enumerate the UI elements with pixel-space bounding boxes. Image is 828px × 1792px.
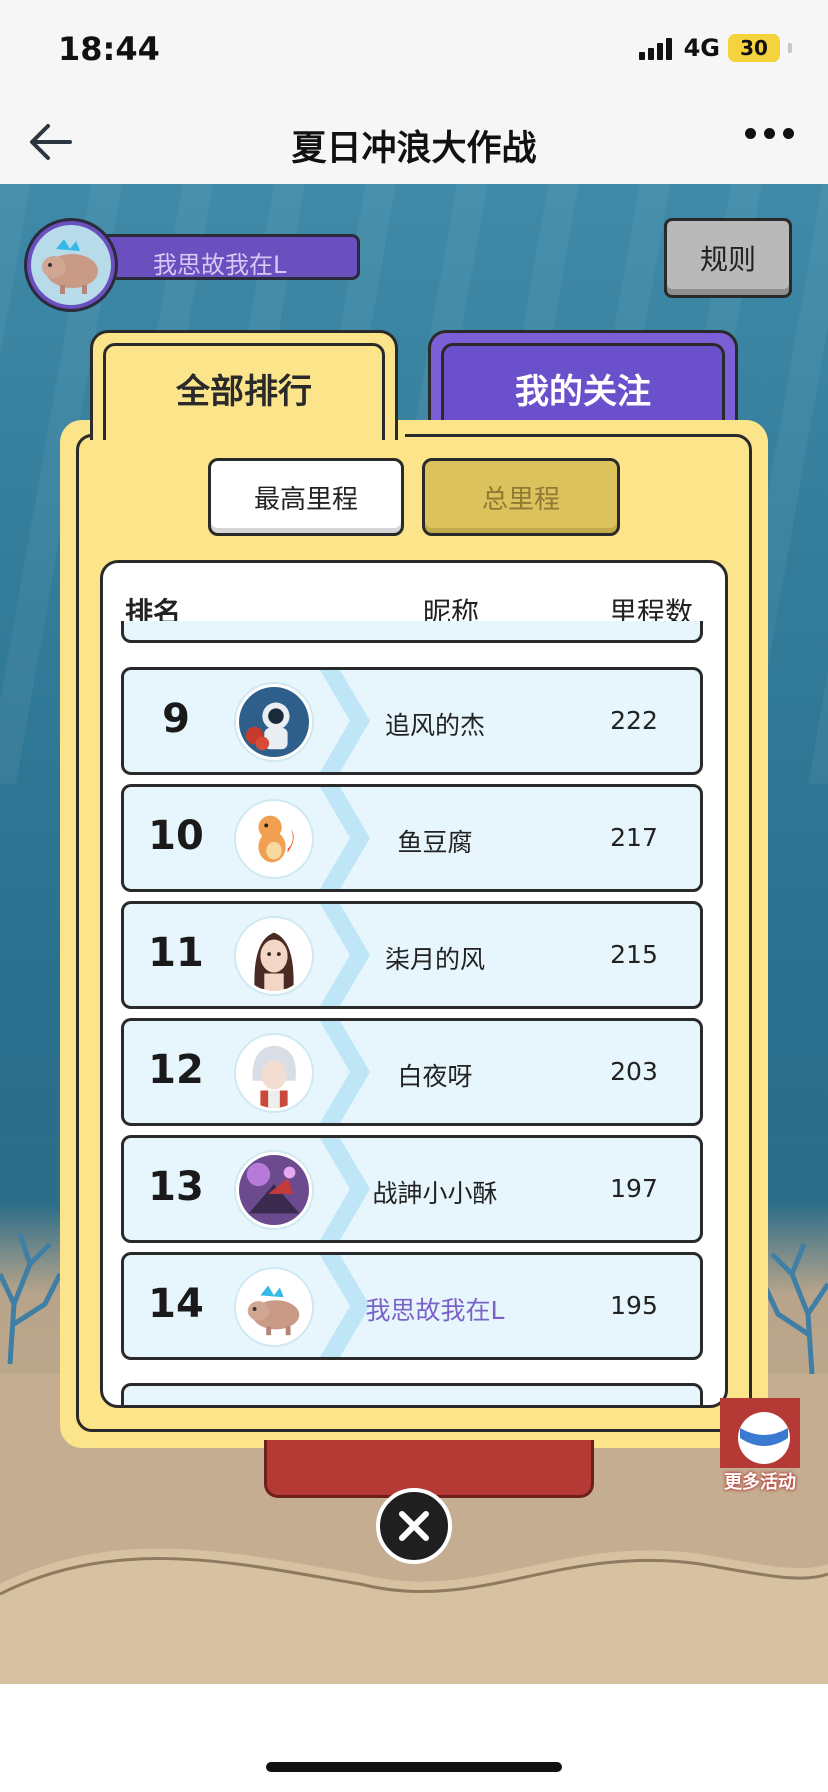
tab-my-follows-label: 我的关注 bbox=[441, 343, 725, 426]
player-distance: 215 bbox=[610, 940, 658, 969]
player-distance: 222 bbox=[610, 706, 658, 735]
rank-number: 13 bbox=[148, 1164, 204, 1210]
ranking-list[interactable]: 排名 昵称 里程数 9 追风的杰 222 10 鱼豆腐 217 11 柒月的风 … bbox=[100, 560, 728, 1408]
nav-bar: 夏日冲浪大作战 bbox=[0, 100, 828, 184]
page-title: 夏日冲浪大作战 bbox=[291, 129, 537, 169]
status-indicators: 4G 30 bbox=[638, 34, 792, 62]
user-name-pill: 我思故我在L bbox=[94, 234, 360, 280]
status-time: 18:44 bbox=[58, 30, 160, 68]
capybara-avatar-icon bbox=[31, 225, 111, 305]
ball-icon bbox=[720, 1398, 800, 1468]
leaderboard-button[interactable] bbox=[264, 1440, 594, 1498]
more-horizontal-icon[interactable] bbox=[745, 128, 794, 139]
player-nickname: 白夜呀 bbox=[397, 1062, 473, 1091]
table-row-partial bbox=[121, 1383, 703, 1405]
home-indicator bbox=[266, 1762, 562, 1772]
close-icon bbox=[399, 1511, 429, 1541]
player-nickname: 柒月的风 bbox=[384, 945, 485, 974]
player-distance: 195 bbox=[610, 1291, 658, 1320]
network-label: 4G bbox=[683, 34, 720, 62]
more-activity-label: 更多活动 bbox=[724, 1472, 796, 1493]
subtab-total-distance[interactable]: 总里程 bbox=[422, 458, 620, 536]
avatar bbox=[24, 218, 118, 312]
table-row-partial bbox=[121, 621, 703, 643]
battery-cap bbox=[788, 43, 792, 53]
signal-icon bbox=[638, 36, 672, 60]
more-activity-button[interactable]: 更多活动 bbox=[710, 1398, 810, 1494]
table-row[interactable]: 11 柒月的风 215 bbox=[121, 901, 703, 1009]
player-nickname: 战訷小小酥 bbox=[372, 1179, 498, 1208]
astronaut-avatar-icon bbox=[236, 684, 312, 760]
white-hair-avatar-icon bbox=[236, 1035, 312, 1111]
rules-button[interactable]: 规则 bbox=[664, 218, 792, 298]
table-row[interactable]: 9 追风的杰 222 bbox=[121, 667, 703, 775]
rank-number: 12 bbox=[148, 1047, 204, 1093]
player-distance: 217 bbox=[610, 823, 658, 852]
battery-level: 30 bbox=[740, 36, 768, 60]
capybara-avatar-icon bbox=[236, 1269, 312, 1345]
girl-avatar-icon bbox=[236, 918, 312, 994]
tab-my-follows[interactable]: 我的关注 bbox=[428, 330, 738, 426]
table-row[interactable]: 10 鱼豆腐 217 bbox=[121, 784, 703, 892]
player-distance: 197 bbox=[610, 1174, 658, 1203]
purple-mech-avatar-icon bbox=[236, 1152, 312, 1228]
orange-dragon-avatar-icon bbox=[236, 801, 312, 877]
table-row[interactable]: 12 白夜呀 203 bbox=[121, 1018, 703, 1126]
table-row[interactable]: 13 战訷小小酥 197 bbox=[121, 1135, 703, 1243]
tab-all-ranking[interactable]: 全部排行 bbox=[90, 330, 398, 440]
rank-number: 14 bbox=[148, 1281, 204, 1327]
battery-icon: 30 bbox=[728, 34, 780, 62]
close-button[interactable] bbox=[376, 1488, 452, 1564]
status-bar: 18:44 4G 30 bbox=[0, 0, 828, 100]
user-name: 我思故我在L bbox=[153, 251, 287, 279]
player-nickname: 追风的杰 bbox=[384, 711, 485, 740]
rank-number: 11 bbox=[148, 930, 204, 976]
player-distance: 203 bbox=[610, 1057, 658, 1086]
player-nickname: 鱼豆腐 bbox=[397, 828, 473, 857]
subtab-best-distance[interactable]: 最高里程 bbox=[208, 458, 404, 536]
player-nickname: 我思故我在L bbox=[365, 1296, 505, 1325]
rank-number: 9 bbox=[162, 696, 190, 742]
rank-number: 10 bbox=[148, 813, 204, 859]
tab-all-ranking-label: 全部排行 bbox=[103, 343, 385, 440]
table-row-self[interactable]: 14 我思故我在L 195 bbox=[121, 1252, 703, 1360]
